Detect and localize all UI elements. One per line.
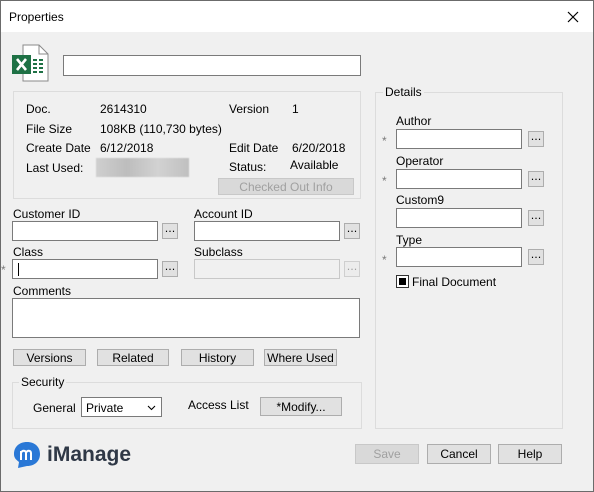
doc-number: 2614310 bbox=[100, 102, 147, 116]
status-value: Available bbox=[290, 158, 339, 172]
type-required-marker: * bbox=[382, 253, 387, 267]
checked-out-info-button[interactable]: Checked Out Info bbox=[218, 178, 354, 195]
general-security-select[interactable]: Private bbox=[81, 397, 162, 417]
last-used-redacted-value bbox=[96, 158, 189, 177]
operator-label: Operator bbox=[396, 154, 444, 168]
class-required-marker: * bbox=[1, 263, 6, 277]
status-label: Status: bbox=[229, 160, 267, 174]
account-id-label: Account ID bbox=[194, 207, 253, 221]
custom9-label: Custom9 bbox=[396, 193, 445, 207]
operator-required-marker: * bbox=[382, 174, 387, 188]
text-cursor bbox=[18, 263, 19, 276]
class-browse-button[interactable]: ... bbox=[162, 261, 178, 277]
save-button[interactable]: Save bbox=[355, 444, 419, 464]
help-button[interactable]: Help bbox=[498, 444, 562, 464]
version-label: Version bbox=[229, 102, 270, 116]
custom9-browse-button[interactable]: ... bbox=[528, 210, 544, 226]
close-button[interactable] bbox=[553, 1, 593, 32]
type-field[interactable] bbox=[396, 247, 522, 267]
document-name-field[interactable] bbox=[63, 55, 361, 76]
imanage-logo-text: iManage bbox=[47, 443, 132, 466]
versions-button[interactable]: Versions bbox=[13, 349, 86, 366]
file-size-label: File Size bbox=[26, 122, 73, 136]
account-id-field[interactable] bbox=[194, 221, 340, 241]
type-label: Type bbox=[396, 233, 423, 247]
author-browse-button[interactable]: ... bbox=[528, 131, 544, 147]
author-field[interactable] bbox=[396, 129, 522, 149]
properties-dialog: Properties Doc. 2614310 Version 1 File S… bbox=[0, 0, 594, 492]
final-document-checkbox[interactable] bbox=[396, 275, 409, 288]
related-button[interactable]: Related bbox=[97, 349, 169, 366]
excel-file-icon bbox=[11, 44, 49, 82]
operator-field[interactable] bbox=[396, 169, 522, 189]
checkbox-fill bbox=[399, 278, 406, 285]
access-list-label: Access List bbox=[188, 398, 249, 412]
subclass-label: Subclass bbox=[194, 245, 243, 259]
create-date-label: Create Date bbox=[26, 141, 91, 155]
class-label: Class bbox=[13, 245, 44, 259]
general-security-value: Private bbox=[86, 401, 124, 415]
subclass-browse-button[interactable]: ... bbox=[344, 261, 360, 277]
create-date-value: 6/12/2018 bbox=[100, 141, 154, 155]
author-label: Author bbox=[396, 114, 432, 128]
details-label: Details bbox=[383, 85, 424, 99]
file-size-value: 108KB (110,730 bytes) bbox=[100, 122, 222, 136]
type-browse-button[interactable]: ... bbox=[528, 249, 544, 265]
account-id-browse-button[interactable]: ... bbox=[344, 223, 360, 239]
cancel-button[interactable]: Cancel bbox=[427, 444, 491, 464]
operator-browse-button[interactable]: ... bbox=[528, 171, 544, 187]
general-label: General bbox=[33, 401, 76, 415]
edit-date-value: 6/20/2018 bbox=[292, 141, 346, 155]
history-button[interactable]: History bbox=[181, 349, 254, 366]
comments-field[interactable] bbox=[12, 298, 360, 338]
close-icon bbox=[567, 11, 579, 22]
final-document-label: Final Document bbox=[412, 275, 497, 289]
customer-id-browse-button[interactable]: ... bbox=[162, 223, 178, 239]
title-bar: Properties bbox=[1, 1, 593, 32]
edit-date-label: Edit Date bbox=[229, 141, 279, 155]
modify-access-button[interactable]: *Modify... bbox=[260, 397, 342, 416]
last-used-label: Last Used: bbox=[26, 161, 84, 175]
chevron-down-icon bbox=[147, 405, 156, 411]
custom9-field[interactable] bbox=[396, 208, 522, 228]
version-value: 1 bbox=[292, 102, 299, 116]
comments-label: Comments bbox=[13, 284, 72, 298]
customer-id-label: Customer ID bbox=[13, 207, 81, 221]
imanage-logo-icon bbox=[12, 440, 42, 470]
subclass-field[interactable] bbox=[194, 259, 340, 279]
where-used-button[interactable]: Where Used bbox=[264, 349, 337, 366]
class-field[interactable] bbox=[12, 259, 158, 279]
security-label: Security bbox=[19, 375, 67, 389]
doc-label: Doc. bbox=[26, 102, 51, 116]
author-required-marker: * bbox=[382, 134, 387, 148]
window-title: Properties bbox=[9, 10, 64, 24]
customer-id-field[interactable] bbox=[12, 221, 158, 241]
